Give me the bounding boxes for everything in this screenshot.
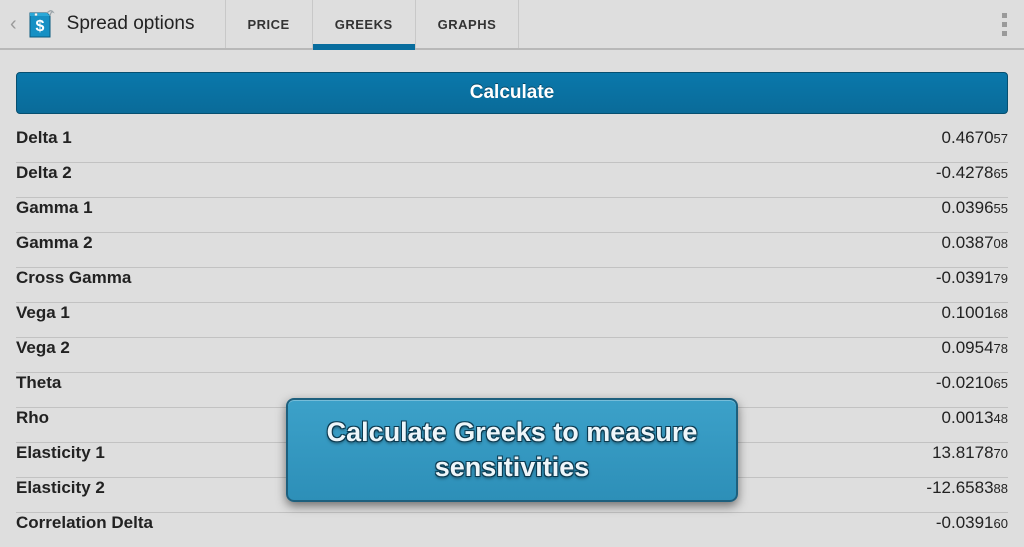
greek-label: Delta 2: [16, 163, 72, 183]
tab-bar: PRICE GREEKS GRAPHS: [225, 0, 520, 48]
greek-value: -12.658388: [926, 478, 1008, 498]
greek-value: -0.039160: [936, 513, 1008, 533]
greek-row: Gamma 1 0.039655: [16, 198, 1008, 233]
greek-value: 13.817870: [932, 443, 1008, 463]
back-icon[interactable]: ‹: [8, 13, 19, 36]
top-bar: ‹ $ Spread options PRICE GREEKS GRAPHS: [0, 0, 1024, 50]
greek-label: Vega 2: [16, 338, 70, 358]
greek-row: Cross Gamma -0.039179: [16, 268, 1008, 303]
greek-label: Vega 1: [16, 303, 70, 323]
greek-label: Gamma 2: [16, 233, 93, 253]
greek-row: Correlation Delta -0.039160: [16, 513, 1008, 547]
greek-row: Vega 1 0.100168: [16, 303, 1008, 338]
tab-price[interactable]: PRICE: [225, 0, 312, 48]
greek-label: Elasticity 2: [16, 478, 105, 498]
greek-label: Correlation Delta: [16, 513, 153, 533]
greek-value: -0.039179: [936, 268, 1008, 288]
greek-row: Delta 2 -0.427865: [16, 163, 1008, 198]
svg-text:$: $: [35, 18, 44, 35]
hint-tooltip-text: Calculate Greeks to measure sensitivitie…: [288, 415, 736, 485]
greek-label: Rho: [16, 408, 49, 428]
greek-value: 0.038708: [942, 233, 1008, 253]
greek-value: 0.100168: [942, 303, 1008, 323]
greek-value: 0.467057: [942, 128, 1008, 148]
greek-label: Gamma 1: [16, 198, 93, 218]
greek-label: Elasticity 1: [16, 443, 105, 463]
hint-tooltip: Calculate Greeks to measure sensitivitie…: [286, 398, 738, 502]
tab-greeks[interactable]: GREEKS: [312, 0, 415, 48]
greek-value: 0.095478: [942, 338, 1008, 358]
calculate-button[interactable]: Calculate: [16, 72, 1008, 114]
greek-value: 0.039655: [942, 198, 1008, 218]
greek-label: Delta 1: [16, 128, 72, 148]
greek-row: Vega 2 0.095478: [16, 338, 1008, 373]
tab-graphs[interactable]: GRAPHS: [415, 0, 520, 48]
greek-row: Gamma 2 0.038708: [16, 233, 1008, 268]
greek-value: 0.001348: [942, 408, 1008, 428]
greek-row: Delta 1 0.467057: [16, 128, 1008, 163]
greek-value: -0.427865: [936, 163, 1008, 183]
app-icon[interactable]: $: [23, 7, 57, 41]
overflow-menu-icon[interactable]: [992, 4, 1016, 44]
app-title: Spread options: [67, 13, 195, 35]
greek-value: -0.021065: [936, 373, 1008, 393]
greek-label: Cross Gamma: [16, 268, 131, 288]
greek-label: Theta: [16, 373, 61, 393]
